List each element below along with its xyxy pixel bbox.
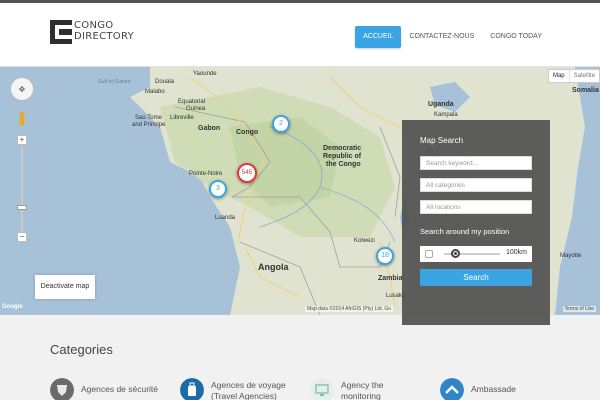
- category-agences-securite[interactable]: Agences de sécurité: [50, 378, 158, 400]
- map-label-pointe-noire: Pointe-Noire: [189, 171, 223, 177]
- map-label-mayotte: Mayotte: [560, 253, 582, 259]
- category-ambassade[interactable]: Ambassade: [440, 378, 516, 400]
- category-sublabel: (Travel Agencies): [211, 391, 277, 400]
- map-label-gulf: Gulf of Guinea: [98, 79, 131, 85]
- logo-line-2: DIRECTORY: [74, 31, 134, 42]
- category-agences-voyage[interactable]: Agences de voyage (Travel Agencies): [180, 378, 286, 400]
- map-type-control: Map Satellite: [547, 69, 600, 83]
- map-cluster[interactable]: 18: [376, 247, 394, 265]
- locations-select[interactable]: All locations: [420, 200, 532, 214]
- luggage-icon: [180, 378, 204, 400]
- category-sublabel: monitoring: [341, 391, 381, 400]
- category-label: Ambassade: [471, 384, 516, 394]
- map-label-zambia: Zambia: [378, 275, 403, 282]
- map-label-uganda: Uganda: [428, 101, 454, 108]
- map-label-luanda: Luanda: [215, 215, 236, 221]
- chevron-icon: [440, 378, 464, 400]
- monitor-icon: [310, 378, 334, 400]
- map-label-kolwezi: Kolwezi: [354, 238, 375, 244]
- map-label-malabo: Malabo: [145, 89, 165, 95]
- logo-line-1: CONGO: [74, 20, 114, 31]
- map-label-angola: Angola: [258, 262, 289, 272]
- deactivate-map-button[interactable]: Deactivate map: [35, 275, 95, 299]
- radius-control: 100km: [420, 246, 532, 262]
- zoom-in-button[interactable]: +: [17, 135, 27, 145]
- map-label-equatorial: Equatorial: [178, 99, 206, 105]
- nav-contactez-nous[interactable]: CONTACTEZ-NOUS: [401, 26, 482, 48]
- map-label-drc-1: Democratic: [323, 145, 362, 152]
- map-cluster-large[interactable]: 545: [237, 163, 257, 183]
- map-label-guinea: Guinea: [186, 106, 206, 112]
- map-type-satellite[interactable]: Satellite: [568, 70, 599, 82]
- search-button[interactable]: Search: [420, 269, 532, 286]
- category-label: Agences de sécurité: [81, 384, 159, 394]
- map-cluster[interactable]: 2: [272, 115, 290, 133]
- map-label-drc-2: Republic of: [323, 153, 362, 160]
- map-label-douala: Douala: [155, 79, 175, 85]
- map-label-drc-3: the Congo: [326, 161, 361, 168]
- terms-of-use-link[interactable]: Terms of Use: [562, 306, 596, 312]
- search-keyword-input[interactable]: Search keyword...: [420, 156, 532, 170]
- category-agency-monitoring[interactable]: Agency the monitoring: [310, 378, 384, 400]
- map-label-congo: Congo: [236, 129, 259, 136]
- map-label-gabon: Gabon: [198, 125, 221, 132]
- map-label-libreville: Libreville: [170, 115, 194, 121]
- map-attribution: Map data ©2014 AfriGIS (Pty) Ltd, Go: [305, 306, 394, 312]
- map-label-yaounde: Yaounde: [193, 71, 217, 77]
- map-search-panel: Map Search Search keyword... All categor…: [402, 120, 550, 325]
- category-label: Agency the: [341, 380, 384, 390]
- radius-slider-knob[interactable]: [450, 249, 460, 258]
- zoom-slider-knob[interactable]: [17, 205, 27, 210]
- map-cluster[interactable]: 3: [209, 180, 227, 198]
- site-header: CONGO DIRECTORY ACCUEIL CONTACTEZ-NOUS C…: [0, 3, 600, 67]
- google-logo[interactable]: Google: [2, 304, 23, 310]
- search-around-label: Search around my position: [420, 227, 510, 236]
- map-type-map[interactable]: Map: [549, 70, 569, 82]
- map-search-title: Map Search: [420, 136, 464, 145]
- radius-value: 100km: [505, 249, 527, 256]
- pegman-icon[interactable]: [18, 111, 26, 127]
- search-around-checkbox[interactable]: [425, 250, 433, 258]
- site-logo[interactable]: CONGO DIRECTORY: [50, 20, 134, 48]
- category-label: Agences de voyage: [211, 380, 286, 390]
- nav-accueil[interactable]: ACCUEIL: [355, 26, 402, 48]
- categories-select[interactable]: All categories: [420, 178, 532, 192]
- map-label-principe: and Principe: [132, 122, 166, 128]
- shield-icon: [50, 378, 74, 400]
- map-label-sao-tome: Sao Tome: [135, 115, 162, 121]
- categories-heading: Categories: [50, 342, 113, 357]
- main-nav: ACCUEIL CONTACTEZ-NOUS CONGO TODAY: [355, 26, 550, 48]
- zoom-slider-track[interactable]: [21, 146, 23, 236]
- map-label-kampala: Kampala: [434, 112, 458, 118]
- logo-mark-icon: [50, 20, 72, 44]
- pan-control[interactable]: ✥: [10, 77, 34, 101]
- zoom-out-button[interactable]: −: [17, 232, 27, 242]
- map-label-somalia: Somalia: [572, 87, 599, 94]
- nav-congo-today[interactable]: CONGO TODAY: [482, 26, 550, 48]
- logo-text: CONGO DIRECTORY: [74, 20, 134, 42]
